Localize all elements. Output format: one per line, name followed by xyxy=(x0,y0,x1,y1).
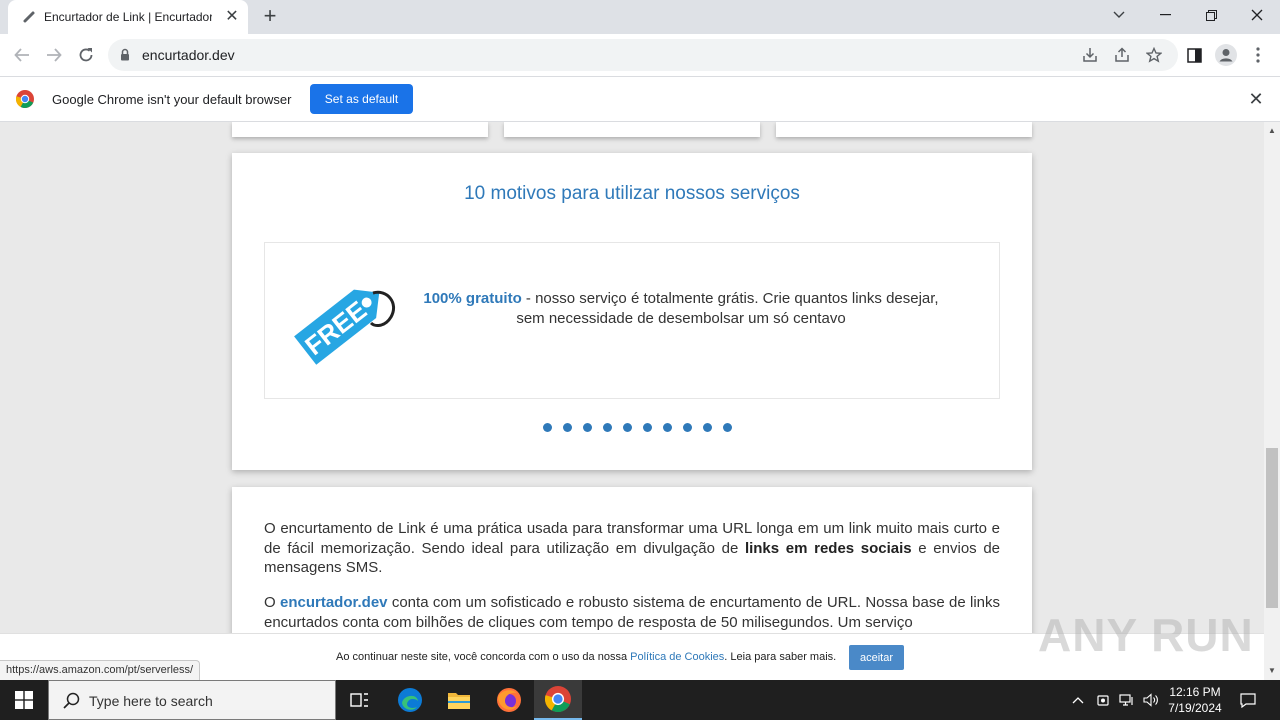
tab-close-icon[interactable]: ✕ xyxy=(222,7,242,27)
address-bar[interactable]: encurtador.dev xyxy=(108,39,1178,71)
browser-toolbar: encurtador.dev xyxy=(0,34,1280,76)
menu-kebab-icon[interactable] xyxy=(1246,43,1270,67)
search-icon xyxy=(63,692,80,709)
motivos-card: 10 motivos para utilizar nossos serviços… xyxy=(232,153,1032,470)
cookie-text-before: Ao continuar neste site, você concorda c… xyxy=(336,651,631,663)
chrome-taskbar-icon[interactable] xyxy=(534,680,582,720)
carousel-dot[interactable] xyxy=(582,423,592,432)
motivos-title: 10 motivos para utilizar nossos serviços xyxy=(464,183,800,204)
cookie-accept-button[interactable]: aceitar xyxy=(849,645,904,670)
lock-icon xyxy=(121,48,129,61)
tab-strip: Encurtador de Link | Encurtador ✕ + xyxy=(0,0,1280,34)
anyrun-watermark: ANY RUN xyxy=(1038,609,1254,661)
cookie-text-after: . Leia para saber mais. xyxy=(724,651,837,663)
share-icon[interactable] xyxy=(1110,43,1134,67)
install-app-icon[interactable] xyxy=(1078,43,1102,67)
tab-title: Encurtador de Link | Encurtador xyxy=(44,10,212,24)
forward-arrow-icon[interactable] xyxy=(42,43,66,67)
address-url[interactable]: encurtador.dev xyxy=(142,47,235,63)
slide-highlight: 100% gratuito xyxy=(423,290,522,307)
carousel-slide: FREE 100% gratuito - nosso serviço é tot… xyxy=(264,242,1000,399)
minimize-icon[interactable] xyxy=(1142,0,1188,30)
new-tab-button[interactable]: + xyxy=(258,5,282,28)
carousel-dot[interactable] xyxy=(542,423,552,432)
tab-active[interactable]: Encurtador de Link | Encurtador ✕ xyxy=(8,0,248,34)
paragraph-2: O encurtador.dev conta com um sofisticad… xyxy=(264,593,1000,632)
file-explorer-icon[interactable] xyxy=(435,680,483,720)
tab-search-chevron-icon[interactable] xyxy=(1096,0,1142,30)
tray-chevron-up-icon[interactable] xyxy=(1068,680,1088,720)
feature-card-3 xyxy=(776,122,1032,137)
cookie-text: Ao continuar neste site, você concorda c… xyxy=(336,651,836,663)
set-as-default-button[interactable]: Set as default xyxy=(310,84,413,114)
carousel-dot[interactable] xyxy=(562,423,572,432)
scroll-thumb[interactable] xyxy=(1266,448,1278,608)
brand-link[interactable]: encurtador.dev xyxy=(280,594,388,611)
scroll-up-arrow-icon[interactable]: ▲ xyxy=(1268,126,1276,135)
slide-line2: sem necessidade de desembolsar um só cen… xyxy=(516,310,846,327)
page-scrollbar[interactable]: ▲ ▼ xyxy=(1264,122,1280,680)
link-favicon-icon xyxy=(23,11,35,23)
scroll-down-arrow-icon[interactable]: ▼ xyxy=(1268,666,1276,675)
taskbar-search-box[interactable]: Type here to search xyxy=(48,680,336,720)
para2-a: O xyxy=(264,594,280,611)
carousel-dot[interactable] xyxy=(642,423,652,432)
free-tag-icon: FREE xyxy=(294,289,396,365)
default-browser-infobar: Google Chrome isn't your default browser… xyxy=(0,76,1280,122)
status-url-bubble: https://aws.amazon.com/pt/serverless/ xyxy=(0,660,201,680)
slide-text: 100% gratuito - nosso serviço é totalmen… xyxy=(405,289,957,329)
restore-icon[interactable] xyxy=(1188,0,1234,30)
back-arrow-icon[interactable] xyxy=(10,43,34,67)
taskbar-clock[interactable]: 12:16 PM 7/19/2024 xyxy=(1158,684,1232,716)
firefox-icon[interactable] xyxy=(485,680,533,720)
carousel-dot[interactable] xyxy=(622,423,632,432)
tray-network-icon[interactable] xyxy=(1116,680,1138,720)
clock-time: 12:16 PM xyxy=(1169,685,1221,699)
carousel-dot[interactable] xyxy=(722,423,732,432)
carousel-dot[interactable] xyxy=(682,423,692,432)
chrome-logo-icon xyxy=(16,90,34,108)
page-viewport: 10 motivos para utilizar nossos serviços… xyxy=(0,122,1264,680)
slide-line1: - nosso serviço é totalmente grátis. Cri… xyxy=(521,290,939,307)
feature-card-1 xyxy=(232,122,488,137)
tray-meet-icon[interactable] xyxy=(1092,680,1114,720)
profile-avatar-icon[interactable] xyxy=(1214,43,1238,67)
cookie-policy-link[interactable]: Política de Cookies xyxy=(630,651,724,663)
windows-start-icon[interactable] xyxy=(0,680,48,720)
carousel-dot[interactable] xyxy=(702,423,712,432)
search-placeholder: Type here to search xyxy=(89,693,213,709)
infobar-message: Google Chrome isn't your default browser xyxy=(52,92,292,107)
windows-taskbar: Type here to search 12:16 PM 7/19/2024 xyxy=(0,680,1280,720)
reload-icon[interactable] xyxy=(74,43,98,67)
bookmark-star-icon[interactable] xyxy=(1142,43,1166,67)
carousel-dot[interactable] xyxy=(662,423,672,432)
side-panel-icon[interactable] xyxy=(1182,43,1206,67)
edge-browser-icon[interactable] xyxy=(386,680,434,720)
carousel-dot[interactable] xyxy=(602,423,612,432)
carousel-dots xyxy=(232,423,1032,432)
paragraph-1: O encurtamento de Link é uma prática usa… xyxy=(264,519,1000,578)
para1-bold: links em redes sociais xyxy=(744,539,912,557)
close-window-icon[interactable] xyxy=(1234,0,1280,30)
clock-date: 7/19/2024 xyxy=(1168,701,1222,715)
task-view-icon[interactable] xyxy=(336,680,384,720)
feature-card-2 xyxy=(504,122,760,137)
notification-center-icon[interactable] xyxy=(1234,680,1262,720)
infobar-close-icon[interactable]: ✕ xyxy=(1246,89,1266,109)
